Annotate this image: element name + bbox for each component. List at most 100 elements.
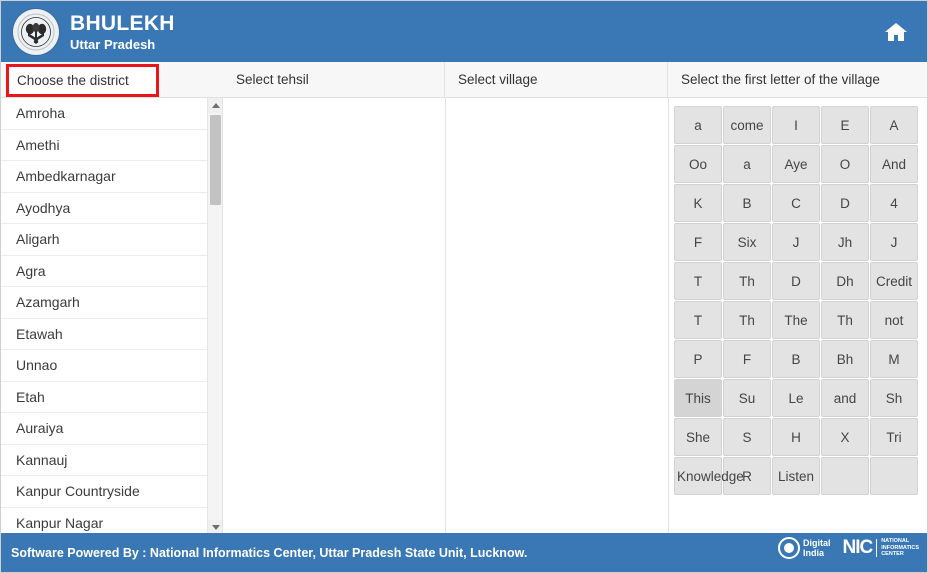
letter-cell[interactable]: A xyxy=(870,106,918,144)
letter-cell[interactable]: D xyxy=(772,262,820,300)
letter-cell[interactable]: J xyxy=(772,223,820,261)
letter-cell[interactable]: And xyxy=(870,145,918,183)
scroll-up-arrow-icon[interactable] xyxy=(208,98,222,113)
first-letter-grid[interactable]: a come I E A Oo a Aye O And K B C D 4 F Six J Jh J T Th D Dh Cre… xyxy=(674,106,927,495)
nic-divider xyxy=(876,539,878,557)
district-list-item[interactable]: Ambedkarnagar xyxy=(1,161,207,193)
footer-credit-text: Software Powered By : National Informati… xyxy=(11,545,528,560)
choose-district-highlight[interactable]: Choose the district xyxy=(6,64,159,97)
letter-cell[interactable]: 4 xyxy=(870,184,918,222)
letter-cell[interactable]: S xyxy=(723,418,771,456)
letter-cell[interactable]: B xyxy=(772,340,820,378)
nic-mark-text: NIC xyxy=(842,537,873,558)
letter-cell[interactable]: come xyxy=(723,106,771,144)
letter-cell[interactable]: Listen xyxy=(772,457,820,495)
letter-cell[interactable]: This xyxy=(674,379,722,417)
letter-cell[interactable]: and xyxy=(821,379,869,417)
district-list-item[interactable]: Azamgarh xyxy=(1,287,207,319)
letter-cell[interactable]: a xyxy=(723,145,771,183)
letter-cell[interactable]: Bh xyxy=(821,340,869,378)
letter-cell[interactable]: Tri xyxy=(870,418,918,456)
letter-cell[interactable]: not xyxy=(870,301,918,339)
district-list-item[interactable]: Amethi xyxy=(1,129,207,161)
letter-cell[interactable]: E xyxy=(821,106,869,144)
nic-logo: NIC NATIONAL INFORMATICS CENTER xyxy=(842,537,919,559)
letter-cell[interactable]: H xyxy=(772,418,820,456)
district-list-item[interactable]: Kanpur Countryside xyxy=(1,476,207,508)
digital-india-text: Digital India xyxy=(803,538,831,558)
letter-cell[interactable]: Jh xyxy=(821,223,869,261)
letter-cell-empty xyxy=(870,457,918,495)
brand-subtitle: Uttar Pradesh xyxy=(70,36,156,52)
brand-title: BHULEKH xyxy=(70,11,175,35)
letter-cell[interactable]: Credit xyxy=(870,262,918,300)
scroll-down-triangle xyxy=(211,525,220,530)
letter-cell[interactable]: M xyxy=(870,340,918,378)
digital-india-line1: Digital xyxy=(802,538,831,548)
district-list-item[interactable]: Etawah xyxy=(1,318,207,350)
district-list-item[interactable]: Kanpur Nagar xyxy=(1,507,207,535)
column-header-tehsil: Select tehsil xyxy=(223,62,445,97)
letter-cell[interactable]: She xyxy=(674,418,722,456)
nic-line3: CENTER xyxy=(881,551,904,558)
home-button[interactable] xyxy=(881,18,911,46)
district-list-item[interactable]: Auraiya xyxy=(1,413,207,445)
letter-cell[interactable]: Dh xyxy=(821,262,869,300)
digital-india-logo: Digital India xyxy=(777,537,831,559)
national-emblem-icon xyxy=(17,13,55,50)
letter-cell[interactable]: T xyxy=(674,301,722,339)
first-letter-panel: a come I E A Oo a Aye O And K B C D 4 F Six J Jh J T Th D Dh Cre… xyxy=(669,98,927,535)
bhulekh-app-window: BHULEKH Uttar Pradesh Select tehsil Sele… xyxy=(0,0,928,573)
district-list-item[interactable]: Kannauj xyxy=(1,444,207,476)
letter-cell[interactable]: Sh xyxy=(870,379,918,417)
letter-cell[interactable]: F xyxy=(674,223,722,261)
home-icon xyxy=(885,23,907,41)
letter-cell[interactable]: F xyxy=(723,340,771,378)
district-list-item[interactable]: Amroha xyxy=(1,98,207,130)
district-list-item[interactable]: Unnao xyxy=(1,350,207,382)
letter-cell[interactable]: Six xyxy=(723,223,771,261)
column-header-bar: Select tehsil Select village Select the … xyxy=(1,62,927,98)
letter-cell[interactable]: Th xyxy=(821,301,869,339)
scroll-up-triangle xyxy=(211,103,220,108)
app-header: BHULEKH Uttar Pradesh xyxy=(1,1,927,62)
letter-cell[interactable]: C xyxy=(772,184,820,222)
letter-cell[interactable]: Aye xyxy=(772,145,820,183)
letter-cell[interactable]: Th xyxy=(723,301,771,339)
letter-cell[interactable]: P xyxy=(674,340,722,378)
letter-cell[interactable]: Le xyxy=(772,379,820,417)
district-list-item[interactable]: Aligarh xyxy=(1,224,207,256)
district-list-item[interactable]: Ayodhya xyxy=(1,192,207,224)
letter-cell[interactable]: a xyxy=(674,106,722,144)
letter-cell[interactable]: T xyxy=(674,262,722,300)
tehsil-panel xyxy=(223,98,445,535)
body-area: Amroha Amethi Ambedkarnagar Ayodhya Aligarh A… xyxy=(1,98,927,535)
letter-cell[interactable]: D xyxy=(821,184,869,222)
letter-cell[interactable]: O xyxy=(821,145,869,183)
letter-cell[interactable]: J xyxy=(870,223,918,261)
column-header-first-letter: Select the first letter of the village xyxy=(681,72,880,87)
footer-logos: Digital India NIC NATIONAL INFORMATICS C… xyxy=(777,537,919,559)
letter-cell[interactable]: Th xyxy=(723,262,771,300)
letter-cell[interactable]: The xyxy=(772,301,820,339)
letter-cell[interactable]: Su xyxy=(723,379,771,417)
letter-cell[interactable]: X xyxy=(821,418,869,456)
district-list-item[interactable]: Agra xyxy=(1,255,207,287)
district-list[interactable]: Amroha Amethi Ambedkarnagar Ayodhya Aligarh A… xyxy=(1,98,207,535)
nic-fullname-text: NATIONAL INFORMATICS CENTER xyxy=(881,538,919,558)
digital-india-mark-icon xyxy=(777,537,800,559)
scrollbar-thumb[interactable] xyxy=(210,115,221,205)
letter-cell[interactable]: Knowledge xyxy=(674,457,744,495)
letter-cell-empty xyxy=(821,457,869,495)
district-list-item[interactable]: Etah xyxy=(1,381,207,413)
column-header-village: Select village xyxy=(445,62,668,97)
letter-cell[interactable]: K xyxy=(674,184,722,222)
letter-cell[interactable]: B xyxy=(723,184,771,222)
letter-cell[interactable]: Oo xyxy=(674,145,722,183)
district-panel: Amroha Amethi Ambedkarnagar Ayodhya Aligarh A… xyxy=(1,98,222,535)
district-list-scrollbar[interactable] xyxy=(207,98,222,535)
village-panel xyxy=(446,98,668,535)
national-emblem-logo xyxy=(13,8,59,55)
digital-india-line2: India xyxy=(802,548,824,558)
letter-cell[interactable]: I xyxy=(772,106,820,144)
